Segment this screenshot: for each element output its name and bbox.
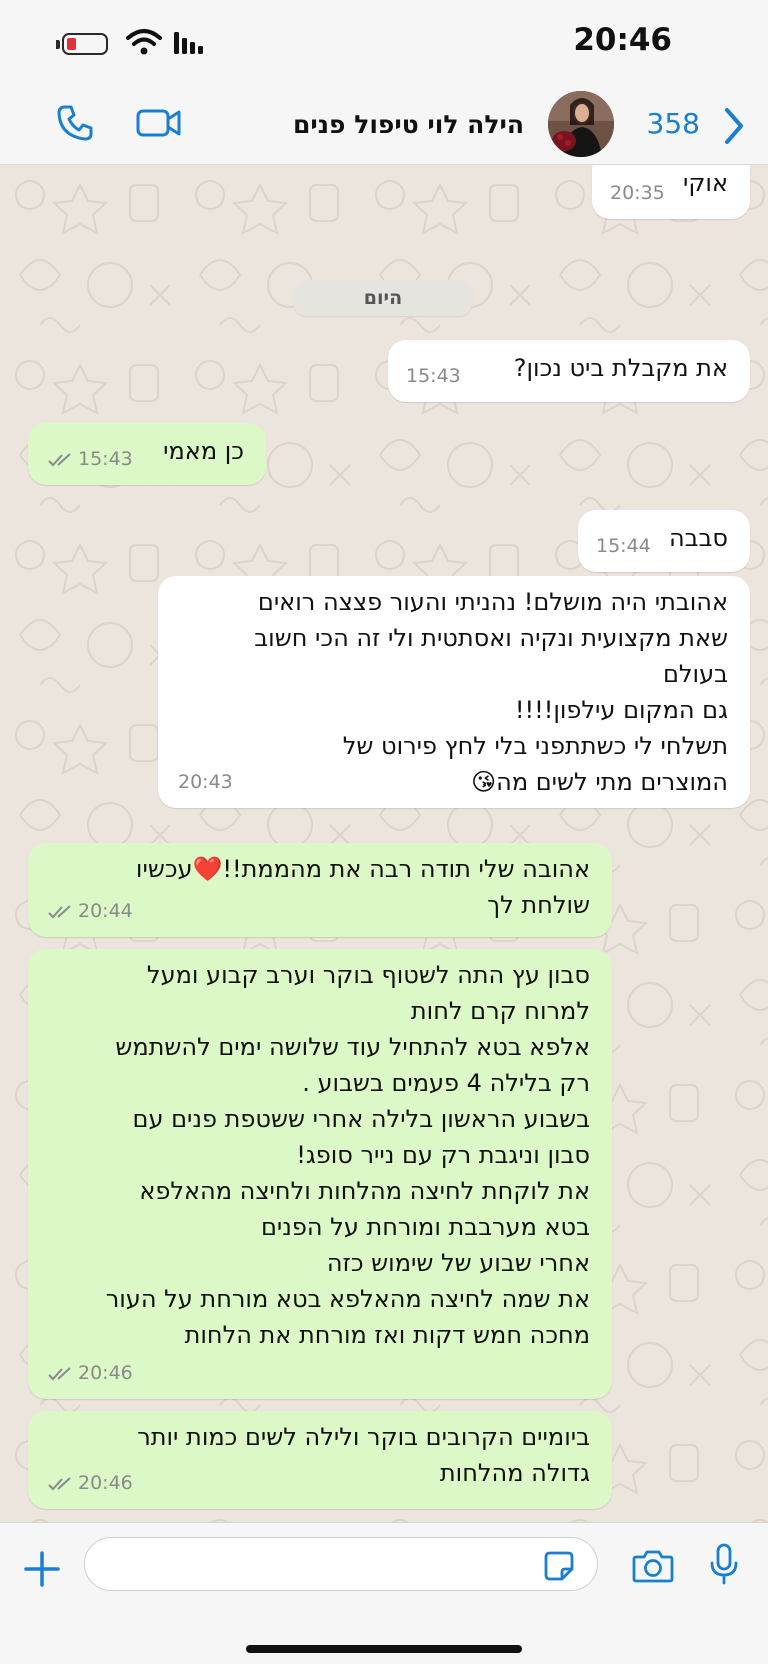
battery-cap	[56, 40, 60, 49]
status-bar: 20:46	[0, 0, 768, 90]
video-icon[interactable]	[136, 107, 182, 139]
wifi-icon	[126, 29, 162, 55]
message-time: 20:35	[610, 182, 665, 204]
message-incoming[interactable]: אהובתי היה מושלם! נהניתי והעור פצצה רואי…	[158, 576, 750, 808]
chat-area[interactable]: אוקי 20:35 היום את מקבלת ביט נכון? 15:43…	[0, 165, 768, 1522]
message-time: 20:43	[178, 771, 233, 793]
back-unread-count[interactable]: 358	[647, 107, 700, 140]
phone-icon[interactable]	[56, 104, 94, 142]
message-composer	[0, 1522, 768, 1664]
message-incoming[interactable]: את מקבלת ביט נכון? 15:43	[388, 340, 750, 402]
home-indicator[interactable]	[246, 1645, 522, 1653]
message-outgoing[interactable]: סבון עץ התה לשטוף בוקר וערב קבוע ומעל למ…	[28, 949, 612, 1399]
read-ticks-icon	[48, 904, 71, 918]
message-text: אהובתי היה מושלם! נהניתי והעור פצצה רואי…	[254, 588, 728, 796]
contact-name[interactable]: הילה לוי טיפול פנים	[293, 110, 524, 139]
chat-header: 358 הילה לוי טיפול פנים	[0, 90, 768, 165]
status-time: 20:46	[573, 22, 672, 58]
message-time: 20:44	[48, 893, 133, 929]
plus-icon[interactable]	[24, 1551, 60, 1587]
message-outgoing[interactable]: כן מאמי 15:43	[28, 423, 266, 485]
avatar[interactable]	[548, 91, 614, 157]
day-separator: היום	[294, 280, 472, 316]
message-time: 15:44	[596, 535, 651, 557]
read-ticks-icon	[48, 1476, 71, 1490]
battery-level-fill	[67, 38, 76, 50]
signal-icon	[174, 32, 203, 54]
message-outgoing[interactable]: ביומיים הקרובים בוקר ולילה לשים כמות יות…	[28, 1411, 612, 1509]
camera-icon[interactable]	[632, 1549, 674, 1583]
message-time: 15:43	[406, 365, 461, 387]
battery-icon	[62, 33, 108, 55]
read-ticks-icon	[48, 1366, 71, 1380]
message-time: 20:46	[48, 1465, 133, 1501]
chevron-left-icon[interactable]	[722, 106, 746, 146]
message-outgoing[interactable]: אהובה שלי תודה רבה את מהממת!!❤️עכשיו שול…	[28, 843, 612, 937]
message-input[interactable]	[84, 1537, 598, 1591]
microphone-icon[interactable]	[708, 1543, 740, 1585]
message-time: 20:46	[48, 1355, 133, 1391]
read-ticks-icon	[48, 452, 71, 466]
message-text: סבון עץ התה לשטוף בוקר וערב קבוע ומעל למ…	[105, 961, 590, 1349]
message-incoming[interactable]: אוקי 20:35	[592, 165, 750, 219]
message-incoming[interactable]: סבבה 15:44	[578, 510, 750, 572]
message-time: 15:43	[48, 441, 133, 477]
sticker-icon[interactable]	[544, 1551, 574, 1581]
